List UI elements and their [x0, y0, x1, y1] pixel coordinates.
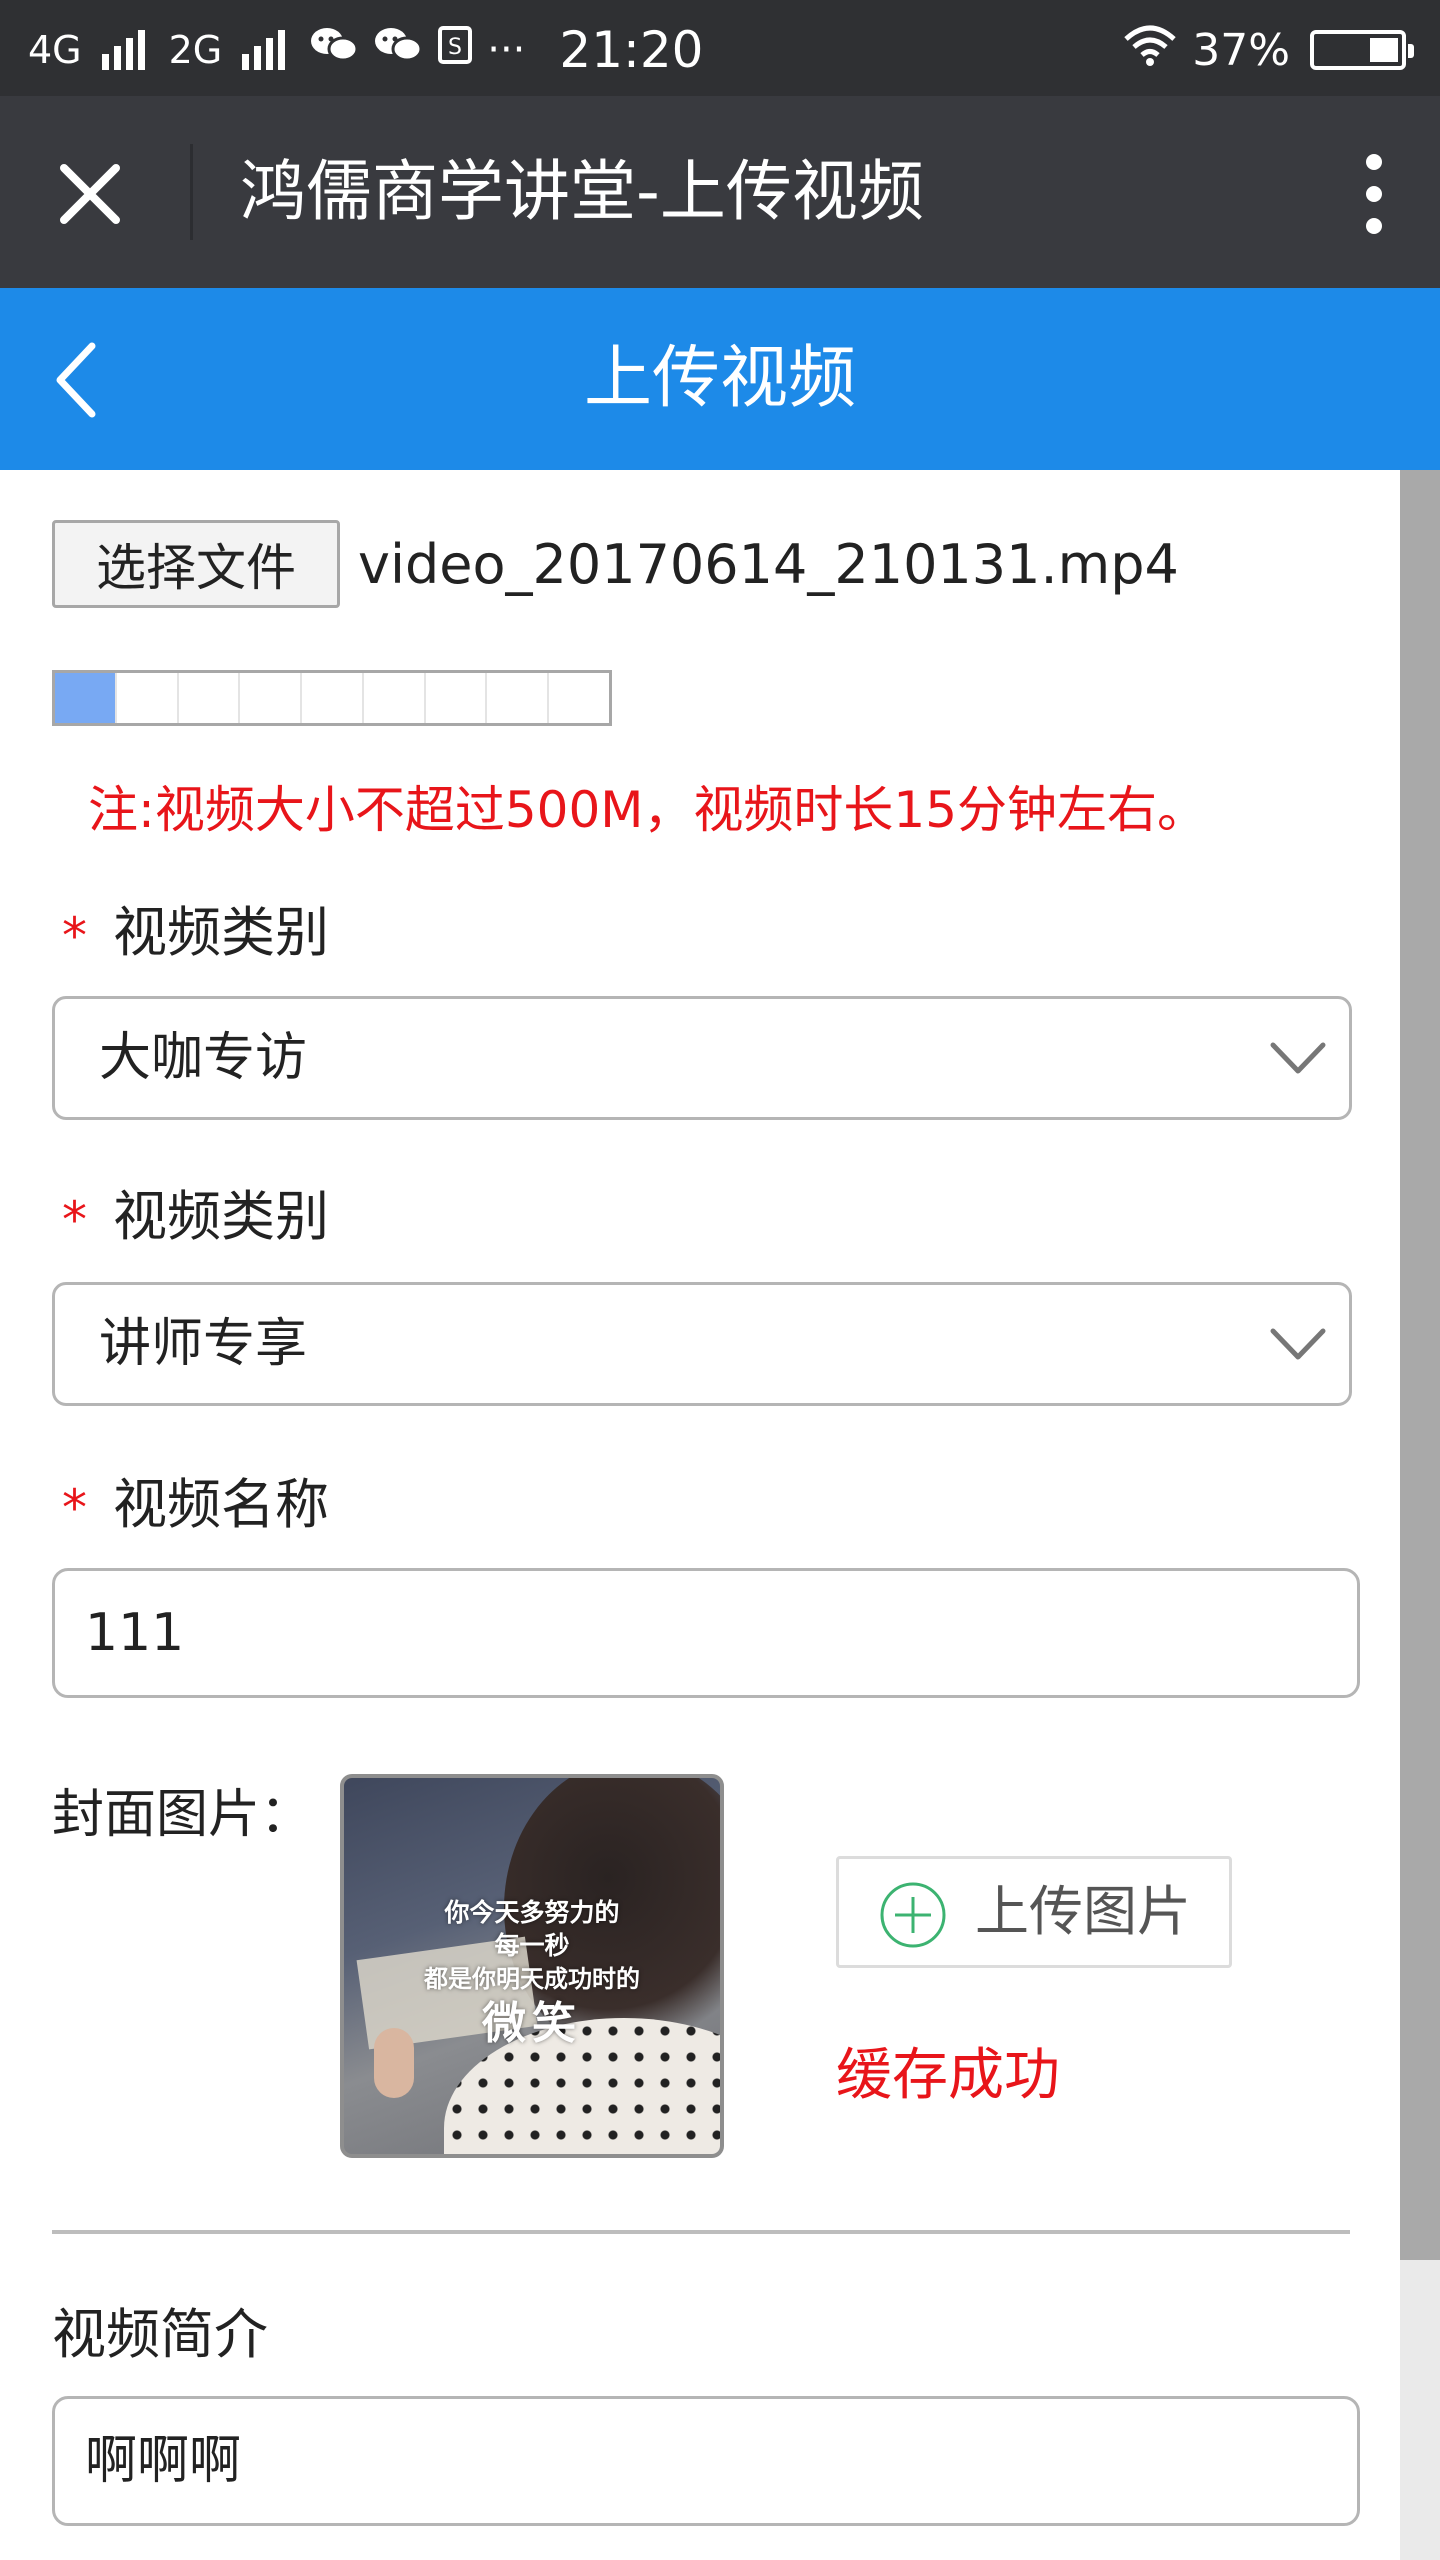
- video-intro-input[interactable]: 啊啊啊: [52, 2396, 1360, 2526]
- required-mark: *: [62, 1479, 87, 1538]
- chevron-down-icon: [1269, 1315, 1327, 1373]
- selected-file-name: video_20170614_210131.mp4: [358, 532, 1179, 596]
- network-label-4g: 4G: [28, 28, 82, 72]
- cover-caption-line: 微笑: [482, 1998, 582, 2049]
- file-chooser: 选择文件 video_20170614_210131.mp4: [52, 520, 1179, 608]
- close-icon[interactable]: [50, 154, 130, 234]
- battery-icon: [1310, 30, 1414, 70]
- cover-image-caption: 你今天多努力的 每一秒 都是你明天成功时的 微笑: [344, 1896, 720, 2052]
- category1-label: 视频类别: [113, 901, 329, 964]
- progress-segment: [302, 673, 364, 723]
- more-vertical-icon[interactable]: [1354, 152, 1394, 236]
- category2-select[interactable]: 讲师专享: [52, 1282, 1352, 1406]
- progress-segment: [426, 673, 488, 723]
- upload-note: 注:视频大小不超过500M，视频时长15分钟左右。: [88, 781, 1208, 839]
- wechat-icon: [309, 25, 359, 75]
- status-right: 37%: [1122, 22, 1414, 78]
- progress-segment: [117, 673, 179, 723]
- category1-select[interactable]: 大咖专访: [52, 996, 1352, 1120]
- cover-caption-line: 你今天多努力的: [444, 1898, 620, 1927]
- battery-percent: 37%: [1192, 24, 1290, 76]
- signal-icon: [101, 30, 145, 70]
- choose-file-button[interactable]: 选择文件: [52, 520, 340, 608]
- video-name-input[interactable]: 111: [52, 1568, 1360, 1698]
- video-intro-label: 视频简介: [52, 2303, 268, 2366]
- more-dots-icon: ···: [487, 27, 526, 73]
- svg-text:S: S: [448, 35, 462, 60]
- title-divider: [190, 144, 193, 240]
- upload-image-button[interactable]: 上传图片: [836, 1856, 1232, 1968]
- video-intro-value: 啊啊啊: [85, 2431, 242, 2491]
- progress-segment: [487, 673, 550, 723]
- status-bar: 4G 2G S ··· 21:20 37%: [0, 0, 1440, 96]
- scrollbar-thumb[interactable]: [1400, 470, 1440, 2260]
- chevron-down-icon: [1269, 1029, 1327, 1087]
- category2-label: 视频类别: [113, 1185, 329, 1248]
- cover-caption-line: 都是你明天成功时的: [424, 1964, 640, 1993]
- category2-value: 讲师专享: [99, 1314, 308, 1374]
- upload-image-label: 上传图片: [975, 1880, 1191, 1943]
- network-label-2g: 2G: [168, 28, 223, 72]
- required-mark: *: [62, 1191, 87, 1250]
- progress-segment: [549, 673, 609, 723]
- scrollbar-track[interactable]: [1400, 470, 1440, 2560]
- wechat-title-bar: 鸿儒商学讲堂-上传视频: [0, 96, 1440, 288]
- cover-caption-line: 每一秒: [494, 1931, 570, 1960]
- page-header: 上传视频: [0, 288, 1440, 470]
- plus-circle-icon: [879, 1881, 947, 1949]
- cover-image-thumbnail[interactable]: 你今天多努力的 每一秒 都是你明天成功时的 微笑: [340, 1774, 724, 2158]
- wechat-page-title: 鸿儒商学讲堂-上传视频: [240, 153, 924, 230]
- category1-label-row: * 视频类别: [62, 888, 329, 967]
- cache-status: 缓存成功: [836, 2043, 1060, 2108]
- progress-segment: [55, 673, 117, 723]
- required-mark: *: [62, 907, 87, 966]
- upload-progress-bar: [52, 670, 612, 726]
- s-app-icon: S: [437, 25, 473, 75]
- wifi-icon: [1122, 23, 1178, 78]
- section-divider: [52, 2230, 1350, 2234]
- video-name-value: 111: [85, 1603, 185, 1663]
- signal-icon: [242, 30, 286, 70]
- cover-image-label: 封面图片：: [52, 1785, 313, 1845]
- category2-label-row: * 视频类别: [62, 1172, 329, 1251]
- video-name-label: 视频名称: [113, 1473, 329, 1536]
- category1-value: 大咖专访: [99, 1028, 308, 1088]
- clock: 21:20: [559, 21, 704, 79]
- progress-segment: [240, 673, 303, 723]
- progress-segment: [364, 673, 426, 723]
- progress-segment: [179, 673, 241, 723]
- page-title: 上传视频: [583, 339, 856, 418]
- status-left: 4G 2G S ··· 21:20: [28, 21, 704, 79]
- wechat-icon: [373, 25, 423, 75]
- video-name-label-row: * 视频名称: [62, 1460, 329, 1539]
